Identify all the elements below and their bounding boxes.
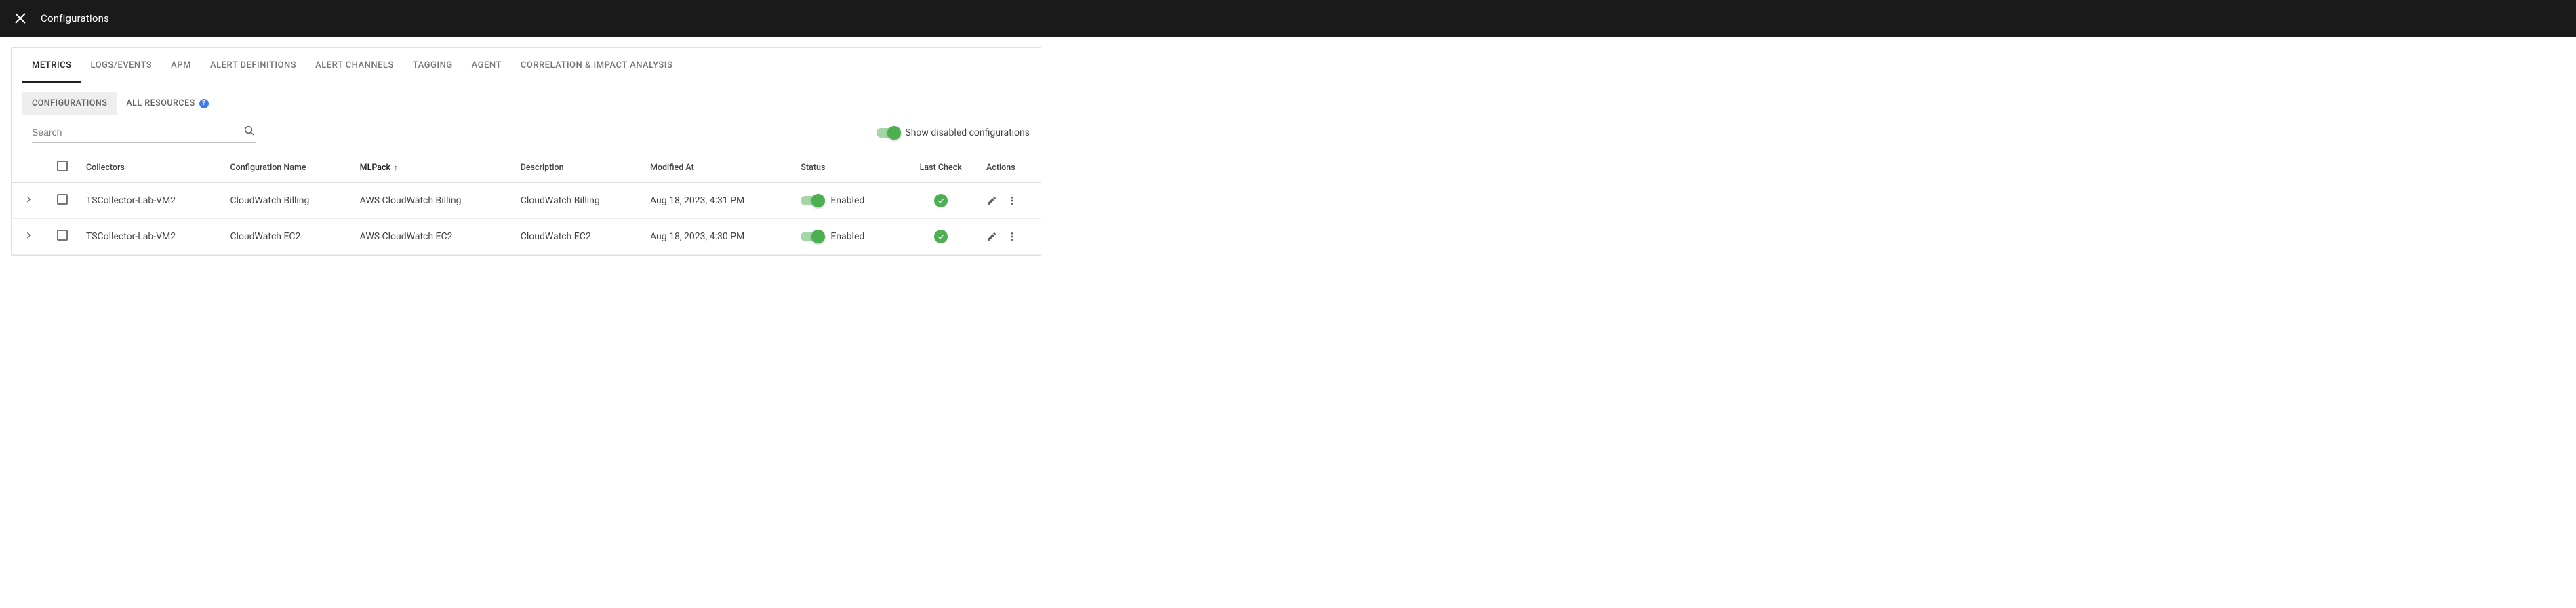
status-label: Enabled xyxy=(830,195,864,206)
edit-button[interactable] xyxy=(986,195,997,206)
edit-button[interactable] xyxy=(986,231,997,242)
cell-last-check xyxy=(902,183,980,219)
cell-description: CloudWatch EC2 xyxy=(514,219,643,255)
subtab-label: ALL RESOURCES xyxy=(126,98,195,108)
cell-collectors: TSCollector-Lab-VM2 xyxy=(79,183,223,219)
chevron-right-icon xyxy=(24,230,33,240)
toggle-label: Show disabled configurations xyxy=(905,127,1030,138)
col-actions: Actions xyxy=(980,153,1041,183)
cell-status: Enabled xyxy=(794,183,902,219)
close-icon xyxy=(15,13,26,24)
col-last-check[interactable]: Last Check xyxy=(902,153,980,183)
table-row: TSCollector-Lab-VM2 CloudWatch Billing A… xyxy=(12,183,1041,219)
sub-tabs: CONFIGURATIONS ALL RESOURCES ? xyxy=(12,83,1041,115)
configurations-table: Collectors Configuration Name MLPack ↑ D… xyxy=(12,153,1041,255)
search-field[interactable] xyxy=(32,122,256,143)
col-description[interactable]: Description xyxy=(514,153,643,183)
col-collectors[interactable]: Collectors xyxy=(79,153,223,183)
col-status[interactable]: Status xyxy=(794,153,902,183)
cell-modified-at: Aug 18, 2023, 4:30 PM xyxy=(643,219,794,255)
tab-agent[interactable]: AGENT xyxy=(462,48,511,83)
cell-mlpack: AWS CloudWatch EC2 xyxy=(353,219,514,255)
cell-config-name: CloudWatch Billing xyxy=(223,183,353,219)
pencil-icon xyxy=(986,195,997,206)
main-panel: METRICS LOGS/EVENTS APM ALERT DEFINITION… xyxy=(11,47,1041,256)
header-bar: Configurations xyxy=(0,0,2576,37)
tab-metrics[interactable]: METRICS xyxy=(22,48,81,83)
help-icon[interactable]: ? xyxy=(199,99,209,108)
more-vert-icon xyxy=(1007,231,1018,242)
expand-row-button[interactable] xyxy=(24,195,33,204)
table-row: TSCollector-Lab-VM2 CloudWatch EC2 AWS C… xyxy=(12,219,1041,255)
col-modified-at[interactable]: Modified At xyxy=(643,153,794,183)
row-status-toggle[interactable] xyxy=(801,196,824,205)
show-disabled-toggle[interactable] xyxy=(877,128,900,138)
search-icon[interactable] xyxy=(243,125,256,140)
col-config-name[interactable]: Configuration Name xyxy=(223,153,353,183)
show-disabled-toggle-group: Show disabled configurations xyxy=(877,127,1030,138)
tab-alert-channels[interactable]: ALERT CHANNELS xyxy=(306,48,403,83)
select-all-checkbox[interactable] xyxy=(57,161,68,171)
cell-actions xyxy=(980,183,1041,219)
subtab-configurations[interactable]: CONFIGURATIONS xyxy=(22,92,117,115)
col-mlpack[interactable]: MLPack ↑ xyxy=(353,153,514,183)
pencil-icon xyxy=(986,231,997,242)
cell-mlpack: AWS CloudWatch Billing xyxy=(353,183,514,219)
more-vert-icon xyxy=(1007,195,1018,206)
cell-last-check xyxy=(902,219,980,255)
check-ok-icon xyxy=(934,230,948,243)
row-status-toggle[interactable] xyxy=(801,232,824,241)
tab-logs-events[interactable]: LOGS/EVENTS xyxy=(81,48,161,83)
cell-actions xyxy=(980,219,1041,255)
subtab-all-resources[interactable]: ALL RESOURCES ? xyxy=(117,92,218,115)
col-mlpack-label: MLPack xyxy=(360,163,390,173)
tab-correlation[interactable]: CORRELATION & IMPACT ANALYSIS xyxy=(511,48,683,83)
more-button[interactable] xyxy=(1007,231,1018,242)
row-checkbox[interactable] xyxy=(57,230,68,241)
expand-row-button[interactable] xyxy=(24,230,33,240)
row-checkbox[interactable] xyxy=(57,194,68,205)
tab-tagging[interactable]: TAGGING xyxy=(403,48,462,83)
cell-config-name: CloudWatch EC2 xyxy=(223,219,353,255)
toolbar: Show disabled configurations xyxy=(12,115,1041,153)
cell-status: Enabled xyxy=(794,219,902,255)
cell-collectors: TSCollector-Lab-VM2 xyxy=(79,219,223,255)
cell-description: CloudWatch Billing xyxy=(514,183,643,219)
more-button[interactable] xyxy=(1007,195,1018,206)
primary-tabs: METRICS LOGS/EVENTS APM ALERT DEFINITION… xyxy=(12,48,1041,83)
cell-modified-at: Aug 18, 2023, 4:31 PM xyxy=(643,183,794,219)
tab-apm[interactable]: APM xyxy=(161,48,201,83)
search-input[interactable] xyxy=(32,127,243,138)
close-button[interactable] xyxy=(14,12,27,25)
sort-asc-icon: ↑ xyxy=(394,163,398,172)
status-label: Enabled xyxy=(830,231,864,242)
check-ok-icon xyxy=(934,194,948,207)
tab-alert-definitions[interactable]: ALERT DEFINITIONS xyxy=(201,48,306,83)
page-title: Configurations xyxy=(41,12,109,24)
chevron-right-icon xyxy=(24,195,33,204)
